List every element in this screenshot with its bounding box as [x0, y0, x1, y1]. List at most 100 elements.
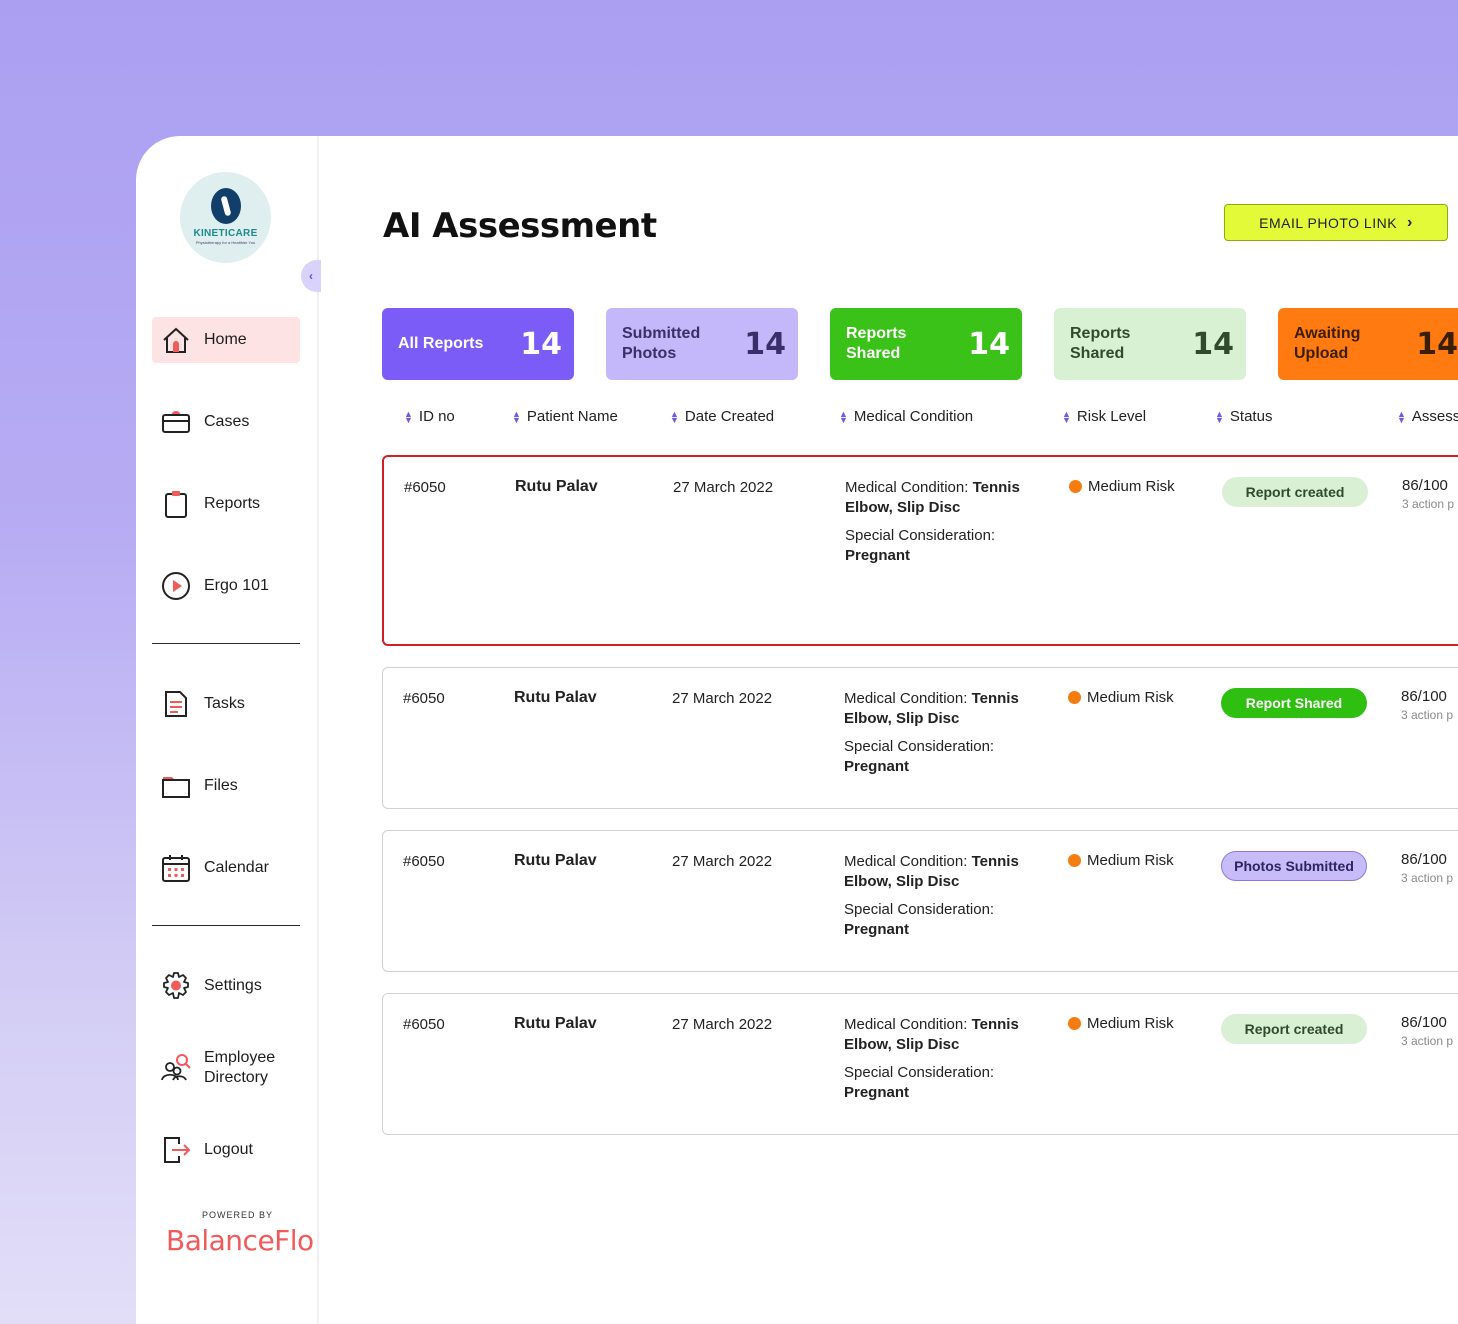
stat-count: 14	[744, 326, 786, 362]
sidebar-item-settings[interactable]: Settings	[152, 963, 300, 1009]
row-risk-level: Medium Risk	[1069, 478, 1175, 495]
sidebar-item-label: Home	[204, 331, 247, 348]
sidebar-item-label: Calendar	[204, 859, 269, 876]
row-id: #6050	[404, 479, 446, 496]
column-header-assessment[interactable]: ▲ ▼ Assess	[1397, 408, 1458, 425]
assessment-actions: 3 action p	[1401, 708, 1454, 722]
row-date: 27 March 2022	[673, 479, 774, 496]
sidebar-item-label: Logout	[204, 1141, 253, 1158]
stat-card-awaiting-upload[interactable]: Awaiting Upload 14	[1278, 308, 1458, 380]
folder-icon	[160, 770, 192, 802]
sidebar-item-calendar[interactable]: Calendar	[152, 845, 300, 891]
row-patient-name: Rutu Palav	[515, 478, 598, 495]
row-risk-level: Medium Risk	[1068, 852, 1174, 869]
people-search-icon	[160, 1052, 192, 1084]
sidebar-item-label: Reports	[204, 495, 261, 512]
column-header-label: Assess	[1411, 408, 1458, 425]
assessment-score: 86/100	[1402, 477, 1448, 494]
special-consideration-value: Pregnant	[844, 1084, 910, 1101]
cases-icon	[160, 406, 192, 438]
stat-card-submitted-photos[interactable]: Submitted Photos 14	[606, 308, 798, 380]
condition-label: Medical Condition:	[844, 690, 968, 707]
table-row[interactable]: #6050 Rutu Palav 27 March 2022 Medical C…	[382, 993, 1458, 1135]
sidebar-divider	[152, 925, 300, 926]
sidebar-item-label: Settings	[204, 977, 262, 994]
row-risk-level: Medium Risk	[1068, 689, 1174, 706]
row-assessment: 86/100 3 action p	[1401, 1014, 1453, 1050]
column-header-risk-level[interactable]: ▲ ▼ Risk Level	[1062, 408, 1146, 425]
sidebar-item-files[interactable]: Files	[152, 763, 300, 809]
row-assessment: 86/100 3 action p	[1402, 477, 1454, 513]
risk-dot-icon	[1069, 480, 1082, 493]
clipboard-icon	[160, 488, 192, 520]
special-consideration-label: Special Consideration:	[844, 901, 995, 918]
stat-card-reports-shared-light[interactable]: Reports Shared 14	[1054, 308, 1246, 380]
stat-count: 14	[1416, 326, 1458, 362]
sidebar-item-logout[interactable]: Logout	[152, 1127, 300, 1173]
row-risk-level: Medium Risk	[1068, 1015, 1174, 1032]
play-icon	[160, 570, 192, 602]
powered-by-label: POWERED BY	[202, 1210, 274, 1220]
stat-card-all-reports[interactable]: All Reports 14	[382, 308, 574, 380]
column-header-label: Patient Name	[526, 408, 618, 425]
sidebar-item-label: Cases	[204, 413, 250, 430]
home-icon	[160, 324, 192, 356]
column-header-status[interactable]: ▲ ▼ Status	[1215, 408, 1272, 425]
stat-card-reports-shared[interactable]: Reports Shared 14	[830, 308, 1022, 380]
status-badge: Report Shared	[1221, 688, 1367, 718]
row-id: #6050	[403, 1016, 445, 1033]
chevron-right-icon: ›	[1407, 213, 1413, 231]
stat-count: 14	[520, 326, 562, 362]
sidebar-item-tasks[interactable]: Tasks	[152, 681, 300, 727]
column-header-patient-name[interactable]: ▲ ▼ Patient Name	[512, 408, 618, 425]
sort-icon: ▲ ▼	[404, 408, 413, 425]
sort-icon: ▲ ▼	[1215, 408, 1224, 425]
sidebar-item-label: Files	[204, 777, 238, 794]
column-header-label: Risk Level	[1076, 408, 1147, 425]
special-consideration-value: Pregnant	[845, 547, 911, 564]
column-header-id[interactable]: ▲ ▼ ID no	[404, 408, 455, 425]
logo-mark-icon	[210, 188, 241, 224]
condition-label: Medical Condition:	[844, 853, 968, 870]
assessment-actions: 3 action p	[1401, 871, 1454, 885]
stat-count: 14	[1192, 326, 1234, 362]
status-badge: Report created	[1221, 1014, 1367, 1044]
row-date: 27 March 2022	[672, 690, 773, 707]
sidebar-item-ergo-101[interactable]: Ergo 101	[152, 563, 300, 609]
sort-icon: ▲ ▼	[1062, 408, 1071, 425]
column-header-medical-condition[interactable]: ▲ ▼ Medical Condition	[839, 408, 973, 425]
email-photo-link-button[interactable]: EMAIL PHOTO LINK ›	[1224, 204, 1448, 241]
sort-icon: ▲ ▼	[512, 408, 521, 425]
row-patient-name: Rutu Palav	[514, 1015, 597, 1032]
sidebar-item-cases[interactable]: Cases	[152, 399, 300, 445]
calendar-icon	[160, 852, 192, 884]
logout-icon	[160, 1134, 192, 1166]
risk-label: Medium Risk	[1088, 478, 1175, 495]
column-header-label: Medical Condition	[853, 408, 974, 425]
stat-label: Submitted Photos	[622, 325, 701, 362]
sort-icon: ▲ ▼	[839, 408, 848, 425]
collapse-sidebar-button[interactable]: ‹	[301, 260, 321, 292]
row-patient-name: Rutu Palav	[514, 689, 597, 706]
risk-dot-icon	[1068, 691, 1081, 704]
sidebar-item-employee-directory[interactable]: Employee Directory	[152, 1045, 300, 1091]
sort-icon: ▲ ▼	[670, 408, 679, 425]
table-row[interactable]: #6050 Rutu Palav 27 March 2022 Medical C…	[382, 455, 1458, 646]
gear-icon	[160, 970, 192, 1002]
sidebar-item-home[interactable]: Home	[152, 317, 300, 363]
assessment-score: 86/100	[1401, 1014, 1447, 1031]
assessment-actions: 3 action p	[1401, 1034, 1454, 1048]
email-photo-link-label: EMAIL PHOTO LINK	[1259, 214, 1398, 231]
column-header-label: Status	[1229, 408, 1273, 425]
stat-label: Reports Shared	[1070, 325, 1131, 362]
row-medical-condition: Medical Condition: Tennis Elbow, Slip Di…	[844, 852, 1044, 940]
column-header-date-created[interactable]: ▲ ▼ Date Created	[670, 408, 774, 425]
sort-icon: ▲ ▼	[1397, 408, 1406, 425]
table-row[interactable]: #6050 Rutu Palav 27 March 2022 Medical C…	[382, 830, 1458, 972]
row-date: 27 March 2022	[672, 853, 773, 870]
table-row[interactable]: #6050 Rutu Palav 27 March 2022 Medical C…	[382, 667, 1458, 809]
sidebar-item-reports[interactable]: Reports	[152, 481, 300, 527]
row-id: #6050	[403, 853, 445, 870]
row-patient-name: Rutu Palav	[514, 852, 597, 869]
logo-brand: KINETICARE	[193, 228, 258, 239]
